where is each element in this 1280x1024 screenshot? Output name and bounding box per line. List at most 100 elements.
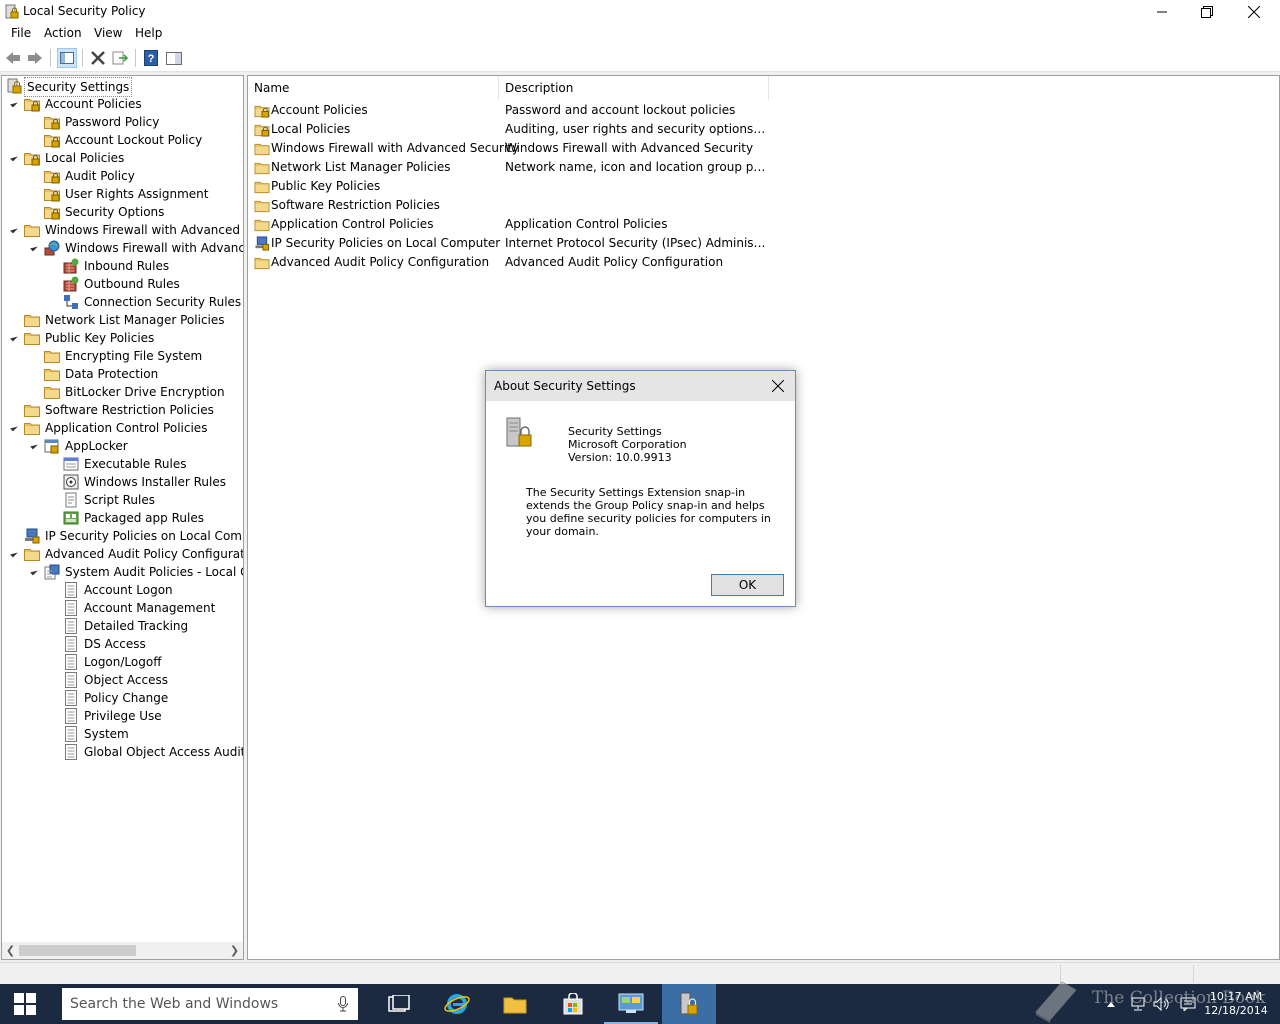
tree-item[interactable]: Account Lockout Policy	[2, 131, 242, 149]
ok-button[interactable]: OK	[711, 574, 784, 596]
list-item[interactable]: IP Security Policies on Local Computer In…	[248, 234, 1278, 253]
list-item[interactable]: Advanced Audit Policy Configuration Advan…	[248, 253, 1278, 272]
column-header-description[interactable]: Description	[499, 76, 769, 100]
tree-item[interactable]: Local Policies	[2, 149, 242, 167]
tree-item[interactable]: Global Object Access Auditing	[2, 743, 243, 761]
tree-item[interactable]: Executable Rules	[2, 455, 242, 473]
forward-button[interactable]	[25, 48, 45, 68]
export-list-button[interactable]	[110, 48, 130, 68]
tree-root-security-settings[interactable]: Security Settings	[2, 77, 242, 97]
tree-horizontal-scrollbar[interactable]: ❮ ❯	[2, 942, 243, 959]
tree-item[interactable]: Audit Policy	[2, 167, 242, 185]
tree-item[interactable]: Privilege Use	[2, 707, 242, 725]
tree-item[interactable]: Account Logon	[2, 581, 242, 599]
scroll-right-icon[interactable]: ❯	[226, 942, 243, 959]
menu-view[interactable]: View	[94, 26, 122, 40]
expand-arrow-icon[interactable]	[30, 567, 38, 576]
expand-arrow-icon[interactable]	[30, 441, 38, 450]
tree-item[interactable]: Account Policies	[2, 95, 242, 113]
tree-item[interactable]: BitLocker Drive Encryption	[2, 383, 242, 401]
file-explorer-button[interactable]	[488, 984, 542, 1024]
list-item[interactable]: Account Policies Password and account loc…	[248, 101, 1278, 120]
folder-icon	[24, 315, 40, 327]
tree-item[interactable]: Network List Manager Policies	[2, 311, 242, 329]
list-item[interactable]: Network List Manager Policies Network nam…	[248, 158, 1278, 177]
back-button[interactable]	[3, 48, 23, 68]
volume-tray-button[interactable]	[1152, 984, 1172, 1024]
audit-category-icon	[65, 636, 77, 652]
tree-item[interactable]: Data Protection	[2, 365, 242, 383]
expand-arrow-icon[interactable]	[10, 153, 18, 162]
tree-item[interactable]: Policy Change	[2, 689, 242, 707]
tree-item-label: Account Lockout Policy	[65, 133, 203, 147]
expand-arrow-icon[interactable]	[10, 333, 18, 342]
delete-button[interactable]	[88, 48, 108, 68]
show-action-pane-button[interactable]	[164, 48, 184, 68]
network-tray-button[interactable]	[1128, 984, 1148, 1024]
tree-item[interactable]: Outbound Rules	[2, 275, 242, 293]
restore-button[interactable]	[1184, 0, 1230, 24]
expand-arrow-icon[interactable]	[10, 423, 18, 432]
close-window-button[interactable]	[1231, 0, 1277, 24]
tree-item[interactable]: Script Rules	[2, 491, 242, 509]
tree-item[interactable]: Detailed Tracking	[2, 617, 242, 635]
tree-item[interactable]: Logon/Logoff	[2, 653, 242, 671]
tree-item[interactable]: Packaged app Rules	[2, 509, 242, 527]
local-security-policy-taskbar-button[interactable]	[662, 984, 716, 1024]
dialog-close-button[interactable]	[767, 375, 789, 397]
minimize-button[interactable]	[1139, 0, 1185, 24]
tree-item[interactable]: Inbound Rules	[2, 257, 242, 275]
tree-item[interactable]: Public Key Policies	[2, 329, 242, 347]
notification-icon	[1180, 997, 1196, 1011]
expand-arrow-icon[interactable]	[30, 243, 38, 252]
start-button[interactable]	[0, 984, 50, 1024]
help-button[interactable]: ?	[141, 48, 161, 68]
tree-item[interactable]: Encrypting File System	[2, 347, 242, 365]
tree-item[interactable]: Software Restriction Policies	[2, 401, 242, 419]
inbound-rules-icon	[63, 258, 79, 274]
menu-action[interactable]: Action	[44, 26, 82, 40]
microphone-icon[interactable]	[338, 996, 348, 1012]
tree-item[interactable]: Security Options	[2, 203, 242, 221]
tree-item[interactable]: Windows Firewall with Advanced Secu	[2, 221, 243, 239]
scroll-left-icon[interactable]: ❮	[2, 942, 19, 959]
list-item[interactable]: Software Restriction Policies	[248, 196, 1278, 215]
tree-item[interactable]: Connection Security Rules	[2, 293, 242, 311]
scrollbar-thumb[interactable]	[19, 945, 136, 956]
store-button[interactable]	[546, 984, 600, 1024]
taskbar-search-box[interactable]: Search the Web and Windows	[62, 988, 358, 1020]
list-item[interactable]: Windows Firewall with Advanced Security W…	[248, 139, 1278, 158]
expand-arrow-icon[interactable]	[10, 99, 18, 108]
taskbar-clock[interactable]: 10:17 AM 12/18/2014	[1196, 990, 1276, 1018]
tree-item[interactable]: Windows Installer Rules	[2, 473, 242, 491]
tree-item[interactable]: Advanced Audit Policy Configuration	[2, 545, 243, 563]
control-panel-button[interactable]	[604, 984, 658, 1024]
task-view-button[interactable]	[372, 984, 426, 1024]
tree-item[interactable]: IP Security Policies on Local Compute	[2, 527, 243, 545]
tree-item-label: Windows Installer Rules	[84, 475, 227, 489]
expand-arrow-icon[interactable]	[10, 549, 18, 558]
tree-item[interactable]: Password Policy	[2, 113, 242, 131]
tree-item[interactable]: Application Control Policies	[2, 419, 242, 437]
installer-rules-icon	[63, 474, 79, 490]
tree-item[interactable]: System Audit Policies - Local Grou	[2, 563, 243, 581]
show-hide-tree-button[interactable]	[57, 48, 77, 68]
tree-item[interactable]: System	[2, 725, 242, 743]
menu-help[interactable]: Help	[135, 26, 162, 40]
tree-item[interactable]: Object Access	[2, 671, 242, 689]
menu-file[interactable]: File	[11, 26, 31, 40]
column-header-name[interactable]: Name	[248, 76, 499, 100]
list-item[interactable]: Application Control Policies Application …	[248, 215, 1278, 234]
expand-arrow-icon[interactable]	[10, 225, 18, 234]
tree-item[interactable]: Windows Firewall with Advanced	[2, 239, 243, 257]
tree-item[interactable]: User Rights Assignment	[2, 185, 242, 203]
internet-explorer-button[interactable]	[430, 984, 484, 1024]
list-item[interactable]: Local Policies Auditing, user rights and …	[248, 120, 1278, 139]
forward-arrow-icon	[28, 52, 42, 64]
show-hidden-icons-button[interactable]	[1104, 984, 1118, 1024]
tree-item[interactable]: AppLocker	[2, 437, 242, 455]
list-item[interactable]: Public Key Policies	[248, 177, 1278, 196]
action-center-button[interactable]	[1178, 984, 1198, 1024]
tree-item[interactable]: DS Access	[2, 635, 242, 653]
tree-item[interactable]: Account Management	[2, 599, 242, 617]
